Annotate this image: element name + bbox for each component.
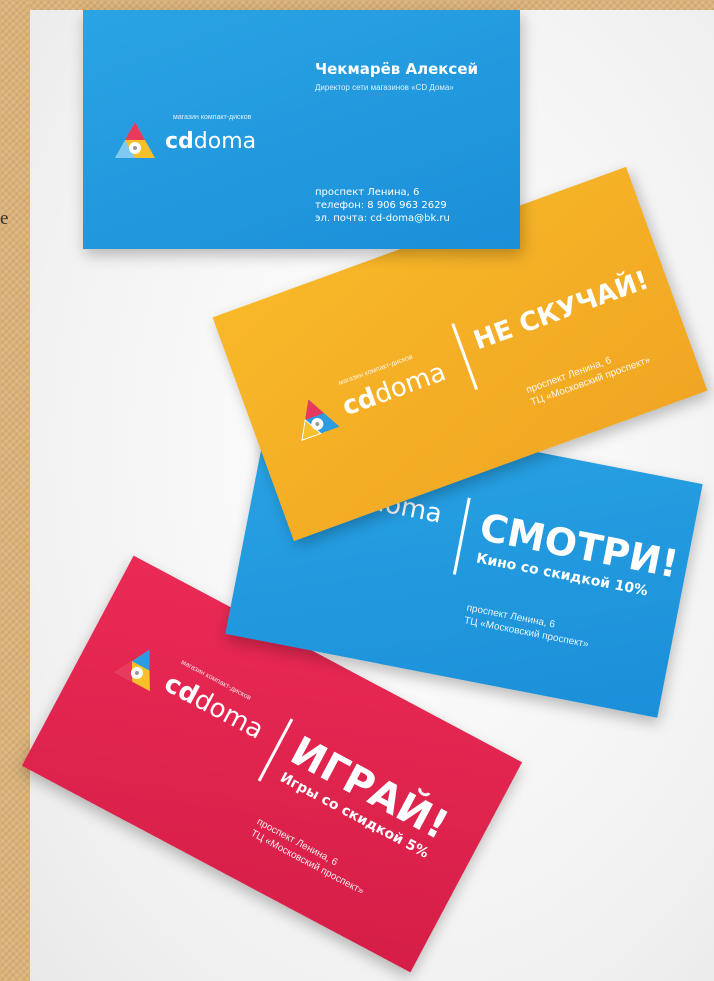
cd-logo-icon	[115, 122, 155, 158]
person-position: Директор сети магазинов «CD Дома»	[315, 83, 454, 92]
card-address: проспект Ленина, 6 ТЦ «Московский проспе…	[248, 816, 366, 898]
brand-tagline: магазин компакт-дисков	[173, 114, 252, 121]
brand-name: cddoma	[165, 129, 257, 154]
card-address: проспект Ленина, 6 ТЦ «Московский проспе…	[524, 354, 652, 409]
card-logo: cddoma	[113, 120, 256, 164]
stray-letter: e	[0, 208, 9, 229]
card-address: проспект Ленина, 6 ТЦ «Московский проспе…	[463, 602, 590, 651]
decorative-frame-top	[30, 0, 714, 10]
contact-address: проспект Ленина, 6	[315, 187, 420, 198]
contact-info: проспект Ленина, 6 телефон: 8 906 963 26…	[315, 186, 450, 225]
card-logo: cddoma	[287, 351, 452, 447]
cd-logo-icon	[114, 649, 150, 692]
contact-email: эл. почта: cd-doma@bk.ru	[315, 213, 450, 224]
cd-logo-icon	[301, 399, 340, 442]
contact-phone: телефон: 8 906 963 2629	[315, 200, 447, 211]
card-divider	[452, 497, 471, 575]
person-name: Чекмарёв Алексей	[315, 60, 479, 78]
card-headline: НЕ СКУЧАЙ!	[469, 265, 653, 357]
brand-name: cddoma	[338, 357, 450, 423]
decorative-frame-left	[0, 0, 30, 981]
business-card-main: cddoma магазин компакт-дисков Чекмарёв А…	[83, 10, 520, 249]
